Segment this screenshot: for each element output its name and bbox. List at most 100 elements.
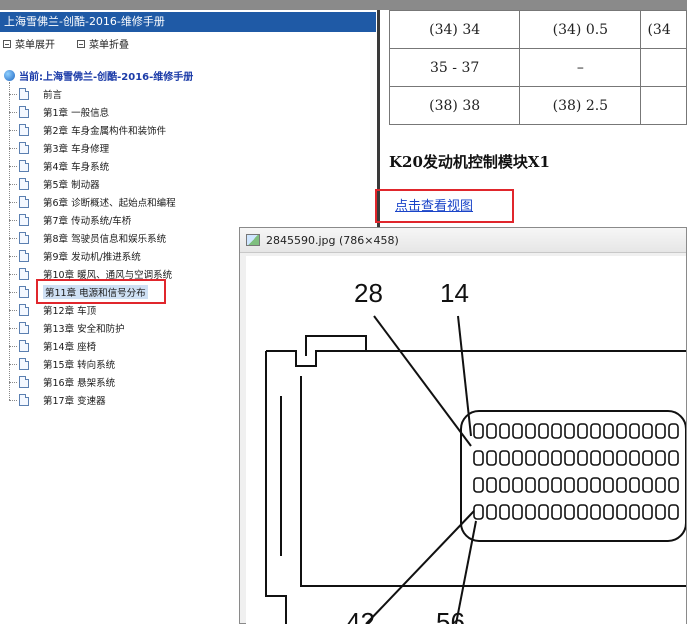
toc-item[interactable]: 第17章 变速器 [9,392,106,408]
connector-pin [486,423,497,439]
connector-housing [265,350,686,624]
connector-inner-frame [300,376,686,587]
toc-item[interactable]: 第13章 安全和防护 [9,320,125,336]
toc-item-label: 第5章 制动器 [43,180,100,191]
connector-pin [499,423,510,439]
connector-pin [603,477,614,493]
tree-connector [9,399,17,401]
connector-pin [525,450,536,466]
connector-pin [473,450,484,466]
table-cell: – [519,48,642,87]
toc-item[interactable]: 第14章 座椅 [9,338,96,354]
document-icon [19,160,29,172]
document-icon [19,142,29,154]
toc-item[interactable]: 第7章 传动系统/车桥 [9,212,131,228]
toc-item[interactable]: 第15章 转向系统 [9,356,115,372]
tree-connector [9,291,17,293]
toc-item[interactable]: 第8章 驾驶员信息和娱乐系统 [9,230,166,246]
expand-icon [3,39,11,48]
document-icon [19,214,29,226]
connector-pin [473,477,484,493]
toc-item[interactable]: 第3章 车身修理 [9,140,109,156]
connector-pin [512,504,523,520]
connector-pin [616,423,627,439]
tree-connector [9,183,17,185]
tree-connector [9,129,17,131]
document-icon [19,394,29,406]
toc-item-label: 第3章 车身修理 [43,144,110,155]
toc-item-label: 第8章 驾驶员信息和娱乐系统 [43,234,167,245]
connector-pin [668,450,679,466]
toc-item[interactable]: 第9章 发动机/推进系统 [9,248,141,264]
image-file-icon [246,234,260,246]
document-icon [19,106,29,118]
document-icon [19,250,29,262]
connector-pin [538,477,549,493]
connector-pin [603,423,614,439]
toc-item-label: 第15章 转向系统 [43,360,116,371]
connector-pin [564,504,575,520]
connector-pin [668,477,679,493]
connector-pin [616,450,627,466]
toc-item[interactable]: 第16章 悬架系统 [9,374,115,390]
tree-connector [9,237,17,239]
toc-item[interactable]: 第12章 车顶 [9,302,96,318]
connector-pin [473,423,484,439]
document-icon [19,232,29,244]
toc-item-label: 前言 [43,90,63,101]
connector-pin [551,423,562,439]
toc-item-label: 第9章 发动机/推进系统 [43,252,141,263]
toc-item[interactable]: 第5章 制动器 [9,176,100,192]
document-icon [19,88,29,100]
connector-pin [616,477,627,493]
connector-pin [629,504,640,520]
tree-connector [9,327,17,329]
toc-item[interactable]: 前言 [9,86,62,102]
toc-item[interactable]: 第6章 诊断概述、起始点和编程 [9,194,176,210]
connector-pin [590,477,601,493]
document-icon [19,358,29,370]
tree-connector [9,201,17,203]
toc-title: 上海雪佛兰-创酷-2016-维修手册 [0,12,376,32]
connector-pin [603,504,614,520]
expand-all-button[interactable]: 菜单展开 [3,36,55,51]
connector-pin [642,504,653,520]
connector-pin [486,477,497,493]
toc-root[interactable]: 当前:上海雪佛兰-创酷-2016-维修手册 [4,68,193,83]
image-viewer-window[interactable]: 2845590.jpg (786×458) 28 14 42 56 [239,227,687,624]
tree-connector [9,165,17,167]
table-row: (34) 34 (34) 0.5 (34 [388,10,687,49]
toc-item[interactable]: 第2章 车身金属构件和装饰件 [9,122,166,138]
toc-item[interactable]: 第1章 一般信息 [9,104,109,120]
connector-pin [473,504,484,520]
tree-connector [9,345,17,347]
document-icon [19,376,29,388]
connector-pin [642,423,653,439]
connector-pin [590,504,601,520]
connector-pin [486,450,497,466]
document-icon [19,286,29,298]
connector-pin [512,477,523,493]
viewer-titlebar[interactable]: 2845590.jpg (786×458) [240,228,686,253]
highlight-box-link [375,189,514,223]
tree-connector [9,273,17,275]
collapse-all-button[interactable]: 菜单折叠 [77,36,129,51]
toc-item-label: 第13章 安全和防护 [43,324,125,335]
connector-pin [499,477,510,493]
document-icon [19,124,29,136]
toc-item[interactable]: 第4章 车身系统 [9,158,109,174]
connector-pin [525,504,536,520]
tree-connector [9,147,17,149]
collapse-icon [77,39,85,48]
tree-connector [9,255,17,257]
toc-item-label: 第2章 车身金属构件和装饰件 [43,126,167,137]
table-row: (38) 38 (38) 2.5 [388,86,687,125]
connector-pin [551,450,562,466]
connector-pin [512,450,523,466]
table-cell: (34) 0.5 [519,10,642,49]
connector-pin [499,450,510,466]
connector-table: (34) 34 (34) 0.5 (34 35 - 37 – (38) 38 (… [388,10,687,125]
connector-pin [525,477,536,493]
connector-pin [642,477,653,493]
connector-pin [499,504,510,520]
